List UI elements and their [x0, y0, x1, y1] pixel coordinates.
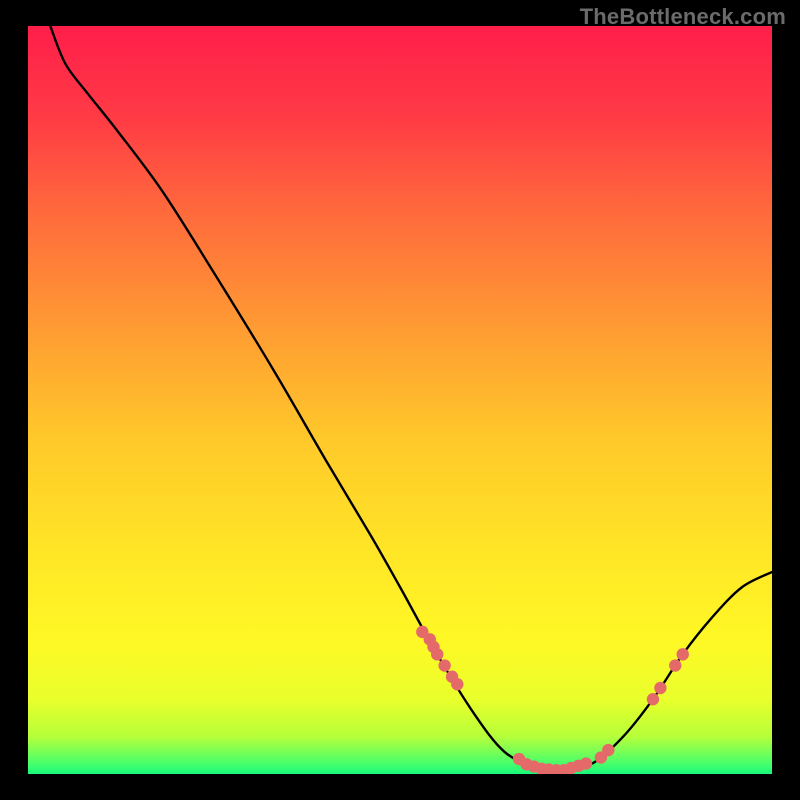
chart-frame: TheBottleneck.com: [0, 0, 800, 800]
data-marker: [602, 744, 614, 756]
data-marker: [677, 648, 689, 660]
data-marker: [427, 641, 439, 653]
chart-svg: [28, 26, 772, 774]
chart-plot: [28, 26, 772, 774]
data-marker: [647, 693, 659, 705]
data-marker: [669, 659, 681, 671]
data-marker: [451, 678, 463, 690]
data-marker: [580, 757, 592, 769]
watermark-label: TheBottleneck.com: [580, 4, 786, 30]
data-marker: [438, 659, 450, 671]
gradient-background: [28, 26, 772, 774]
data-marker: [654, 682, 666, 694]
